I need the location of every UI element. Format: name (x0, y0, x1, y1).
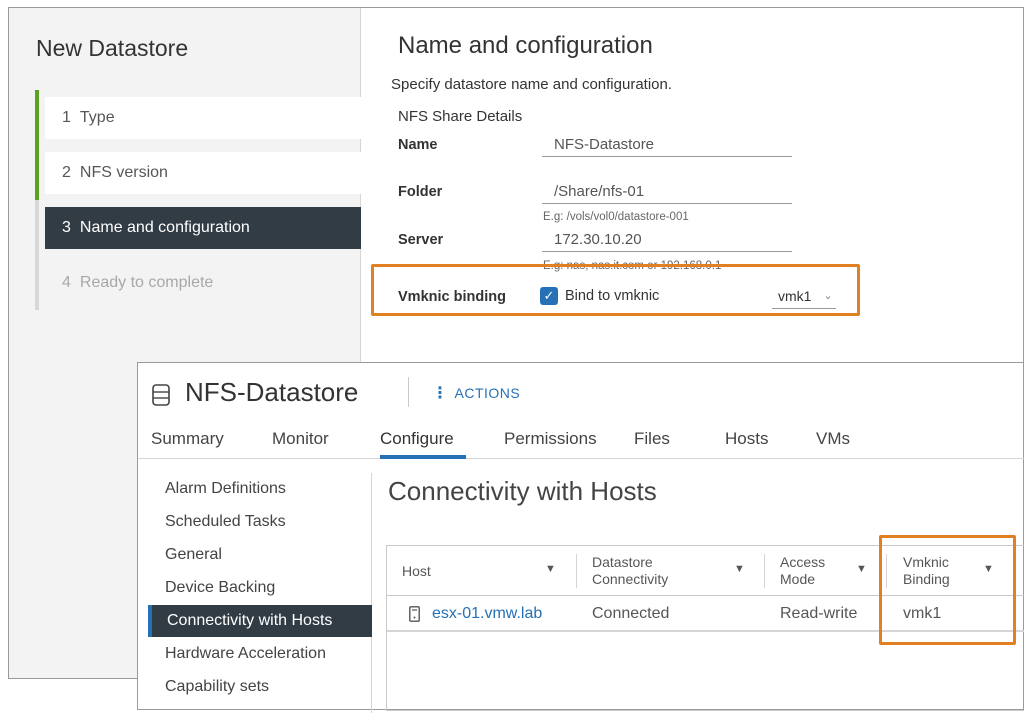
nav-alarm-definitions[interactable]: Alarm Definitions (148, 473, 372, 505)
nav-device-backing[interactable]: Device Backing (148, 572, 372, 604)
name-input[interactable] (542, 133, 792, 157)
host-cell[interactable]: esx-01.vmw.lab (409, 596, 542, 632)
tab-configure[interactable]: Configure (380, 429, 454, 449)
folder-label: Folder (398, 184, 443, 200)
filter-icon[interactable]: ▼ (734, 563, 746, 575)
column-separator (576, 554, 577, 588)
chevron-down-icon: ⌄ (823, 290, 833, 302)
tab-vms[interactable]: VMs (816, 429, 850, 449)
nav-connectivity-with-hosts[interactable]: Connectivity with Hosts (148, 605, 372, 637)
step-description: Specify datastore name and configuration… (391, 76, 673, 93)
actions-button[interactable]: ⋮ ACTIONS (432, 383, 520, 403)
col-head-access-label: Access Mode (780, 554, 825, 588)
connectivity-cell: Connected (592, 605, 670, 622)
wizard-step-type[interactable]: 1 Type (45, 97, 361, 139)
tab-monitor[interactable]: Monitor (272, 429, 329, 449)
folder-input[interactable] (542, 180, 792, 204)
name-label: Name (398, 137, 438, 153)
tab-files[interactable]: Files (634, 429, 670, 449)
vmknic-selected-value: vmk1 (778, 287, 812, 304)
col-head-host[interactable]: Host (402, 546, 431, 596)
nav-hardware-acceleration[interactable]: Hardware Acceleration (148, 638, 372, 670)
col-head-line: Datastore (592, 554, 653, 570)
wizard-step-name-and-configuration[interactable]: 3 Name and configuration (45, 207, 361, 249)
remaining-steps-rail (35, 200, 39, 310)
step-number: 4 (62, 274, 71, 291)
actions-label: ACTIONS (454, 385, 521, 401)
active-tab-indicator (380, 455, 466, 459)
nav-capability-sets[interactable]: Capability sets (148, 671, 372, 703)
step-label: NFS version (79, 164, 168, 181)
database-icon (152, 384, 170, 406)
vmknic-select[interactable]: vmk1 ⌄ (772, 283, 836, 309)
col-head-host-label: Host (402, 562, 431, 579)
col-head-line: Mode (780, 571, 816, 587)
step-number: 1 (62, 109, 71, 126)
host-server-icon (409, 606, 420, 622)
col-head-line: Access (780, 554, 826, 570)
nav-general[interactable]: General (148, 539, 372, 571)
title-divider (408, 377, 409, 407)
folder-hint: E.g: /vols/vol0/datastore-001 (543, 211, 689, 223)
tab-summary[interactable]: Summary (151, 429, 224, 449)
step-number: 3 (62, 219, 71, 236)
wizard-title: New Datastore (36, 35, 189, 61)
tab-permissions[interactable]: Permissions (504, 429, 597, 449)
host-link[interactable]: esx-01.vmw.lab (432, 605, 542, 623)
tab-hosts[interactable]: Hosts (725, 429, 768, 449)
server-input[interactable] (542, 228, 792, 252)
step-label: Name and configuration (79, 219, 250, 236)
nfs-share-details-heading: NFS Share Details (398, 108, 523, 125)
datastore-tabs: Summary Monitor Configure Permissions Fi… (138, 423, 1024, 459)
step-number: 2 (62, 164, 71, 181)
col-head-datastore-connectivity[interactable]: Datastore Connectivity (592, 546, 668, 596)
server-label: Server (398, 232, 444, 248)
section-title: Connectivity with Hosts (388, 476, 657, 506)
filter-icon[interactable]: ▼ (856, 563, 868, 575)
filter-icon[interactable]: ▼ (545, 563, 557, 575)
checkmark-icon: ✓ (543, 288, 555, 303)
column-separator (764, 554, 765, 588)
completed-steps-rail (35, 90, 39, 200)
bind-to-vmknic-checkbox[interactable]: ✓ (540, 287, 558, 305)
vmknic-binding-column-highlight (879, 535, 1016, 645)
access-mode-cell: Read-write (780, 605, 858, 622)
col-head-access-mode[interactable]: Access Mode (780, 546, 825, 596)
datastore-title: NFS-Datastore (185, 377, 359, 407)
wizard-step-ready-to-complete: 4 Ready to complete (45, 262, 361, 304)
configure-sidebar: Alarm Definitions Scheduled Tasks Genera… (148, 473, 372, 713)
step-label: Type (79, 109, 115, 126)
col-head-connectivity-label: Datastore Connectivity (592, 554, 668, 588)
actions-dots-icon: ⋮ (432, 385, 449, 402)
col-head-line: Connectivity (592, 571, 669, 587)
bind-to-vmknic-label[interactable]: Bind to vmknic (565, 288, 659, 304)
step-title: Name and configuration (398, 32, 653, 59)
step-label: Ready to complete (79, 274, 214, 291)
nav-scheduled-tasks[interactable]: Scheduled Tasks (148, 506, 372, 538)
wizard-step-nfs-version[interactable]: 2 NFS version (45, 152, 361, 194)
